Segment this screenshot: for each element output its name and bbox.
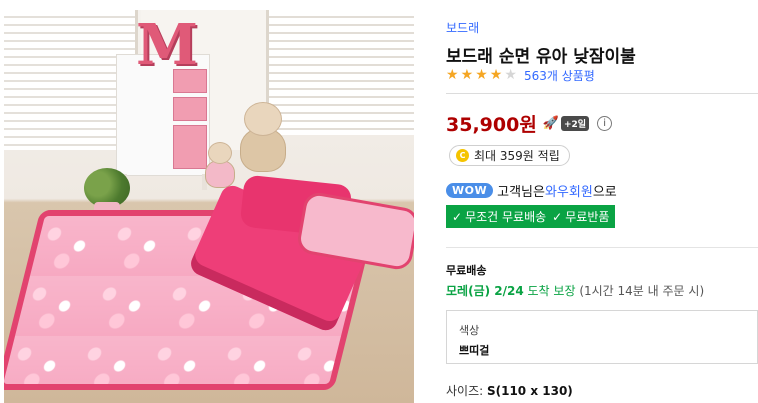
wow-membership-row: WOW 고객님은 와우회원 으로 [446, 181, 617, 200]
wow-member-link[interactable]: 와우회원 [545, 181, 593, 200]
star-icon: ★ [504, 67, 517, 83]
teddy-bear-small [200, 142, 240, 188]
star-rating[interactable]: ★ ★ ★ ★ ★ [446, 68, 519, 82]
option-label: 색상 [459, 324, 480, 337]
delivery-cutoff-note: (1시간 14분 내 주문 시) [575, 284, 705, 298]
review-count-link[interactable]: 563개 상품평 [524, 67, 595, 84]
free-shipping-text: 무조건 무료배송 [465, 210, 547, 224]
cash-reward-text: 최대 359원 적립 [474, 149, 560, 163]
star-icon: ★ [460, 67, 474, 83]
wow-text-prefix: 고객님은 [497, 185, 545, 200]
check-icon: ✓ [452, 209, 463, 224]
wow-text-suffix: 으로 [592, 185, 617, 200]
star-icon: ★ [446, 67, 459, 83]
delivery-guarantee: 도착 보장 [523, 284, 576, 298]
size-option[interactable]: 사이즈: S(110 x 130) [446, 382, 573, 399]
color-option-selector[interactable]: 색상 쁘띠걸 [446, 310, 758, 364]
drawer [173, 97, 207, 121]
brand-link[interactable]: 보드래 [446, 19, 479, 36]
price-row: 35,900원 🚀 +2일 i [446, 110, 613, 137]
option-value: 쁘띠걸 [459, 344, 490, 357]
size-value: S(110 x 130) [486, 384, 573, 398]
product-title: 보드래 순면 유아 낮잠이불 [446, 47, 636, 67]
wow-badge: WOW [446, 183, 494, 198]
decor-letter: M [136, 12, 198, 78]
benefit-badge: ✓ 무조건 무료배송 ✓ 무료반품 [446, 205, 616, 228]
divider [446, 247, 758, 248]
info-icon[interactable]: i [597, 116, 613, 131]
divider [446, 93, 758, 94]
free-return-text: 무료반품 [565, 210, 610, 224]
product-image[interactable]: M [4, 10, 414, 403]
delivery-estimate: 모레(금) 2/24 도착 보장 (1시간 14분 내 주문 시) [446, 282, 704, 299]
size-label: 사이즈: [446, 384, 487, 398]
star-icon: ★ [475, 67, 488, 83]
price: 35,900원 [446, 114, 537, 136]
check-icon: ✓ [552, 209, 563, 224]
cash-reward-pill[interactable]: C 최대 359원 적립 [449, 145, 570, 166]
rocket-icon: 🚀 [542, 116, 559, 131]
teddy-bear-large [232, 102, 294, 172]
rocket-delivery-badge: +2일 [561, 116, 590, 131]
star-icon: ★ [489, 67, 503, 83]
delivery-date: 모레(금) 2/24 [446, 284, 524, 298]
coin-icon: C [456, 149, 469, 162]
rating: ★ ★ ★ ★ ★ 563개 상품평 [446, 67, 595, 83]
shipping-label: 무료배송 [446, 264, 487, 277]
